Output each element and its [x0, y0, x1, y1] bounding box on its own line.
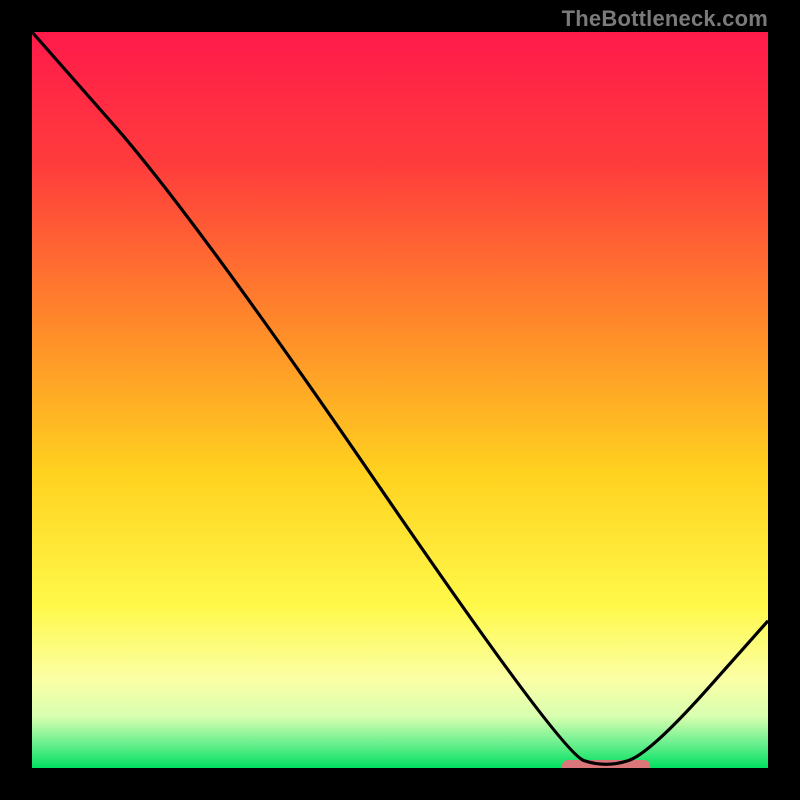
plot-area — [32, 32, 768, 768]
chart-frame: TheBottleneck.com — [0, 0, 800, 800]
watermark-text: TheBottleneck.com — [562, 6, 768, 32]
gradient-background — [32, 32, 768, 768]
bottleneck-curve-chart — [32, 32, 768, 768]
